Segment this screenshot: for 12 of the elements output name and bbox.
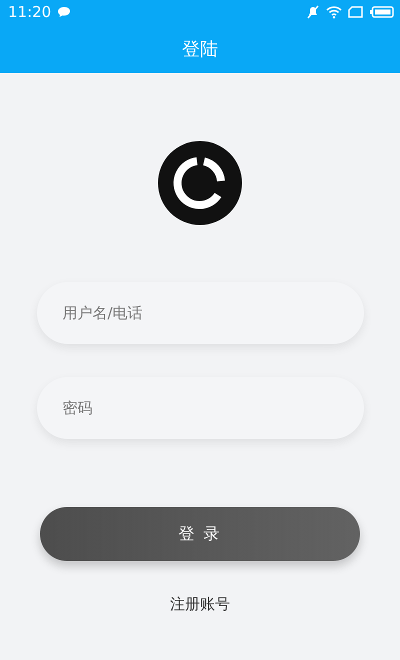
- username-field[interactable]: 用户名/电话: [36, 282, 364, 344]
- sim-card-icon: [348, 6, 364, 18]
- chat-bubble-icon: [57, 6, 72, 18]
- password-field[interactable]: 密码: [36, 377, 364, 439]
- bell-muted-icon: [306, 5, 320, 19]
- status-time: 11:20: [8, 3, 52, 21]
- page-title: 登陆: [182, 38, 218, 60]
- logo-icon: [157, 140, 243, 226]
- battery-icon: [370, 6, 394, 18]
- login-button[interactable]: 登 录: [40, 507, 360, 561]
- wifi-icon: [326, 5, 342, 19]
- register-link[interactable]: 注册账号: [170, 595, 230, 614]
